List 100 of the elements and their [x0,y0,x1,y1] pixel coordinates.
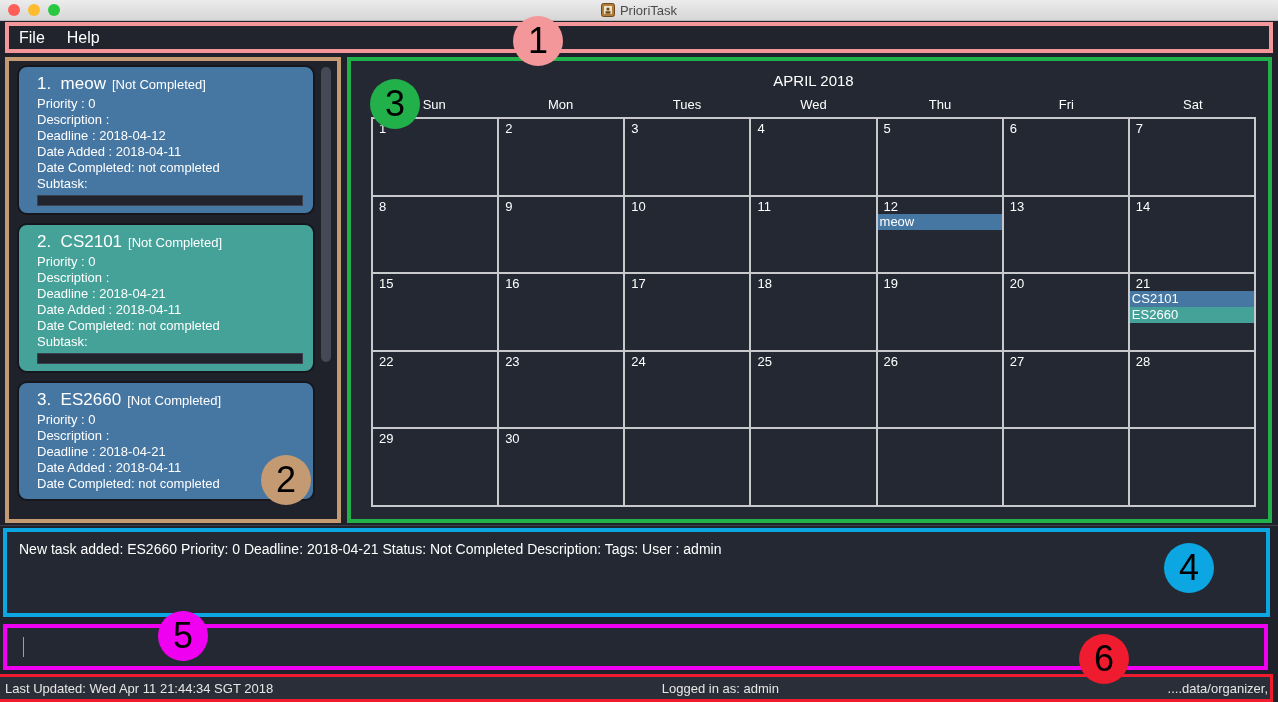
command-input-field[interactable] [3,624,1268,670]
day-number: 29 [379,431,394,447]
task-detail: Description : [37,428,110,443]
text-cursor [23,637,24,657]
day-number: 13 [1009,198,1025,214]
task-detail: Subtask: [37,176,88,191]
calendar-day-cell[interactable]: 30 [498,428,625,506]
day-number: 3 [631,121,639,136]
menu-item[interactable]: Help [66,28,100,47]
calendar-day-cell[interactable]: 12 meow [876,195,1003,274]
day-number: 24 [631,353,646,369]
weekday-label: Fri [1058,97,1074,114]
calendar-day-cell[interactable]: 3 [624,118,751,196]
day-number: 17 [631,276,646,292]
calendar-day-cell[interactable] [876,428,1003,506]
calendar-day-cell[interactable]: 4 [750,118,877,196]
day-number: 5 [883,121,891,136]
calendar-day-cell[interactable] [1002,428,1129,506]
calendar-day-cell[interactable]: 14 [1128,195,1255,274]
calendar-day-cell[interactable]: 13 [1002,195,1129,274]
task-detail: Priority : 0 [37,96,96,111]
day-number: 19 [883,276,899,292]
task-status: [Not Completed] [112,77,206,92]
task-detail: Description : [37,270,110,285]
calendar-day-cell[interactable] [1128,428,1255,506]
day-number: 25 [757,353,772,369]
calendar-day-cell[interactable]: 11 [750,195,877,274]
weekday-label: Sat [1183,97,1203,114]
scrollbar[interactable] [321,67,331,362]
task-detail: Deadline : 2018-04-21 [37,444,166,459]
task-detail: Date Completed: not completed [37,160,220,175]
task-detail: Deadline : 2018-04-12 [37,128,166,143]
task-detail: Date Added : 2018-04-11 [37,302,182,317]
calendar-day-cell[interactable]: 22 [372,350,499,429]
task-detail: Priority : 0 [37,412,96,427]
calendar-day-cell[interactable]: 17 [624,273,751,351]
result-message: New task added: ES2660 Priority: 0 Deadline: 2018-04-21 Status: Not Completed Description: Tags: User : admin [19,541,722,557]
calendar-day-cell[interactable]: 20 [1002,273,1129,351]
day-number: 6 [1009,121,1017,136]
weekday-label: Sun [422,97,446,114]
task-status: [Not Completed] [127,393,222,408]
day-number: 2 [505,121,513,136]
task-detail: Date Added : 2018-04-11 [37,144,182,159]
day-number: 12 [883,198,899,214]
logged-in-text: Logged in as: admin [661,680,779,696]
calendar-day-cell[interactable]: 6 [1002,118,1129,196]
calendar-day-cell[interactable]: 16 [498,273,625,351]
calendar-day-cell[interactable] [750,428,877,506]
weekday-label: Wed [800,97,827,114]
file-path-text: ....data/organizer, [1167,680,1268,696]
task-detail: Description : [37,112,110,127]
calendar-day-cell[interactable]: 21 CS2101 ES2660 [1128,273,1255,351]
day-number: 4 [757,121,765,136]
calendar-day-cell[interactable]: 23 [498,350,625,429]
task-name: 1. meow [37,74,106,94]
day-number: 9 [505,198,513,214]
task-card[interactable]: 1. meow [Not Completed] Priority : 0 Description : Deadline : 2018-04-12 Date Added : 2018-04-11 Date Completed: not completed Subtask: [17,65,315,215]
menu-item[interactable]: File [19,28,45,47]
calendar-event[interactable]: meow [877,213,1002,230]
calendar-event[interactable]: CS2101 [1129,291,1254,308]
window-title: PrioriTask [619,2,678,18]
task-name: 3. ES2660 [37,390,122,410]
day-number: 14 [1135,198,1151,214]
day-number: 30 [505,431,520,447]
last-updated-text: Last Updated: Wed Apr 11 21:44:34 SGT 2018 [5,680,274,696]
weekday-label: Mon [548,97,574,114]
calendar-day-cell[interactable]: 18 [750,273,877,351]
day-number: 26 [883,353,899,369]
calendar-day-cell[interactable]: 9 [498,195,625,274]
day-number: 16 [505,276,520,292]
day-number: 22 [379,353,394,369]
day-number: 7 [1135,121,1144,136]
day-number: 15 [379,276,394,292]
day-number: 8 [379,198,387,214]
calendar-day-cell[interactable]: 28 [1128,350,1255,429]
calendar-day-cell[interactable]: 2 [498,118,625,196]
app-icon [600,3,615,17]
calendar-day-cell[interactable]: 27 [1002,350,1129,429]
calendar-day-cell[interactable]: 8 [372,195,499,274]
day-number: 20 [1009,276,1025,292]
calendar-day-cell[interactable]: 19 [876,273,1003,351]
day-number: 28 [1135,353,1151,369]
calendar-day-cell[interactable]: 29 [372,428,499,506]
day-number: 18 [757,276,772,292]
task-status: [Not Completed] [128,235,222,250]
calendar-day-cell[interactable] [624,428,751,506]
calendar-day-cell[interactable]: 24 [624,350,751,429]
calendar-day-cell[interactable]: 7 [1128,118,1255,196]
task-detail: Deadline : 2018-04-21 [37,286,166,301]
task-detail: Date Added : 2018-04-11 [37,460,182,475]
calendar-day-cell[interactable]: 26 [876,350,1003,429]
weekday-label: Thu [928,97,952,114]
task-name: 2. CS2101 [37,232,123,252]
calendar-day-cell[interactable]: 10 [624,195,751,274]
calendar-day-cell[interactable]: 25 [750,350,877,429]
day-number: 27 [1009,353,1025,369]
calendar-title: APRIL 2018 [772,72,855,89]
task-detail: Date Completed: not completed [37,476,220,491]
calendar-day-cell[interactable]: 15 [372,273,499,351]
calendar-day-cell[interactable]: 5 [876,118,1003,196]
